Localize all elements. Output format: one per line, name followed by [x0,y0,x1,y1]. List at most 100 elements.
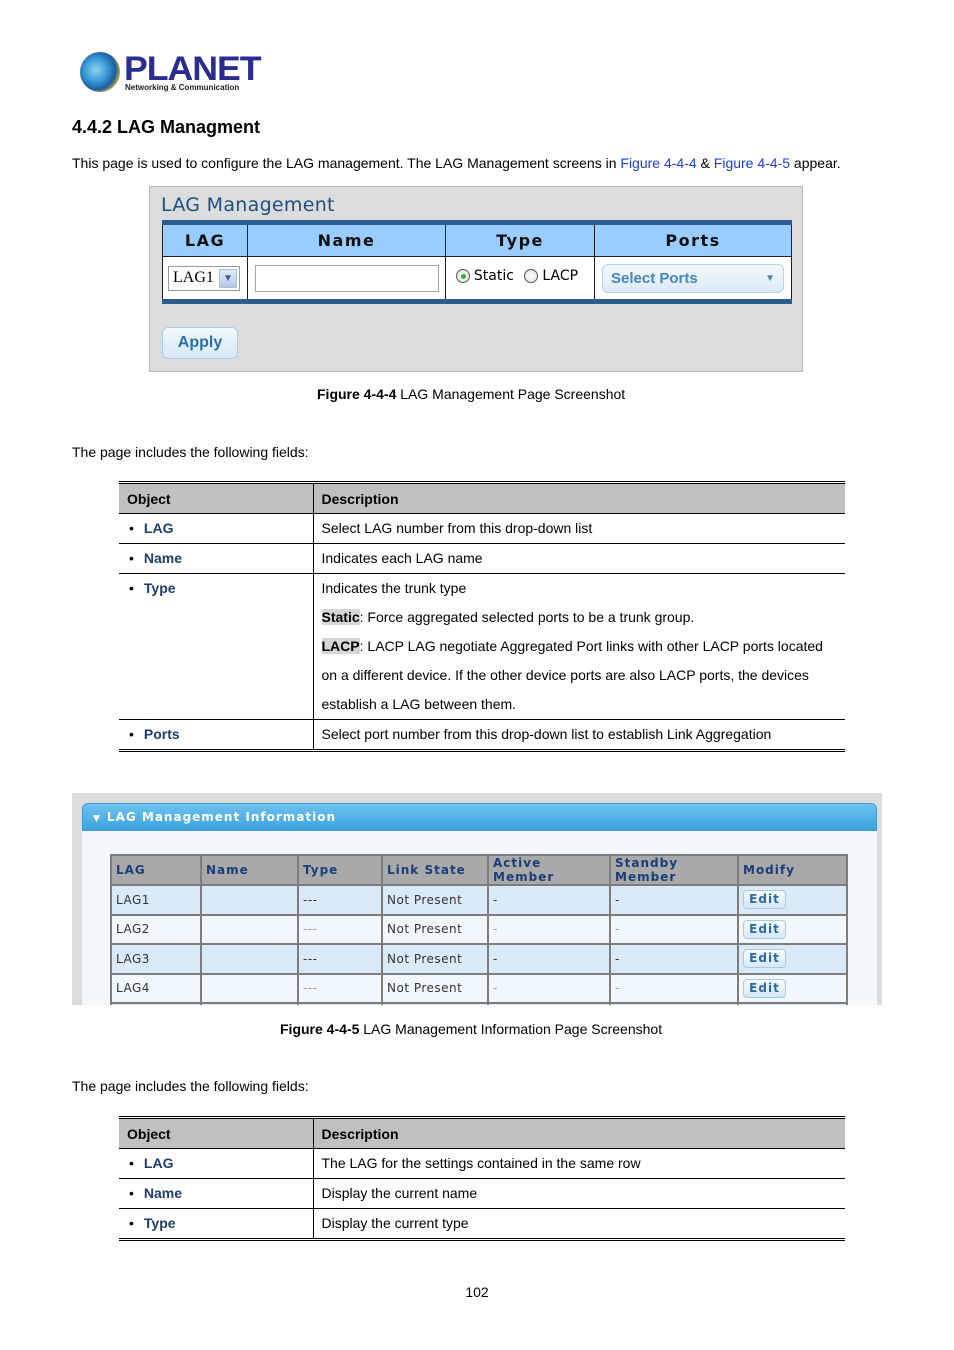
lag-cell: LAG2 [110,913,202,945]
bullet-icon: • [129,1215,134,1231]
col-header-modify: Modify [737,854,848,886]
intro-paragraph: This page is used to configure the LAG m… [72,155,841,171]
header-object: Object [119,482,313,514]
lacp-term: LACP [321,638,360,654]
description-text: The LAG for the settings contained in th… [321,1155,641,1171]
object-name: Type [143,1215,176,1231]
fields-table-2: Object Description • LAG The LAG for the … [119,1116,845,1241]
col-header-name: Name [247,222,446,257]
link-state-cell: Not Present [381,884,489,916]
link-state-cell: Not Present [381,913,489,945]
intro-text: appear. [790,155,841,171]
lag-info-table: LAG Name Type Link State Active Member S… [110,854,848,1005]
intro-text: This page is used to configure the LAG m… [72,155,621,171]
link-state-cell: Not Present [381,943,489,975]
table-row: • Type Indicates the trunk type Static: F… [119,573,845,720]
type-cell: --- [297,972,383,1004]
standby-member-cell: - [609,943,739,975]
link-state-cell: Not Present [381,972,489,1004]
col-header-link-state: Link State [381,854,489,886]
standby-member-cell: - [609,972,739,1004]
edit-button[interactable]: Edit [743,978,786,998]
table-row: • Type Display the current type [119,1208,845,1240]
radio-label: LACP [542,268,579,284]
description-text: Display the current name [321,1185,478,1201]
radio-label: Static [473,268,514,284]
lag-management-information-screenshot: ▼ LAG Management Information LAG Name Typ… [72,793,882,1005]
edit-button[interactable]: Edit [743,919,786,939]
table-row: • Name Indicates each LAG name [119,543,845,574]
radio-selected-icon[interactable] [455,269,470,283]
lag-management-screenshot: LAG Management LAG Name Type Ports LAG1 … [149,186,803,372]
table-row: LAG1 --- Not Present - - Edit [110,884,848,916]
caption-text: LAG Management Page Screenshot [396,386,626,402]
table-row: • Name Display the current name [119,1178,845,1209]
section-title: 4.4.2 LAG Managment [72,117,261,137]
col-header-lag: LAG [162,222,248,257]
bullet-icon: • [129,550,134,566]
object-name: Ports [143,726,180,742]
lacp-description: LACP: LACP LAG negotiate Aggregated Port… [321,632,838,661]
object-name: Name [143,1185,183,1201]
col-header-active-member: Active Member [487,854,611,886]
edit-button[interactable]: Edit [743,890,786,910]
planet-logo: PLANET Networking & Communication [78,50,262,98]
description-text: Indicates each LAG name [321,550,483,566]
description-text: Select LAG number from this drop-down li… [321,520,593,536]
static-description: Static: Force aggregated selected ports … [321,603,838,632]
table-row: LAG4 --- Not Present - - Edit [110,972,848,1004]
edit-button[interactable]: Edit [743,949,786,969]
table-row: • LAG The LAG for the settings contained … [119,1148,845,1179]
figure-caption: Figure 4-4-4 LAG Management Page Screens… [317,386,625,402]
lag-cell: LAG1 [110,884,202,916]
header-description: Description [312,1117,845,1149]
bullet-icon: • [129,580,134,596]
figure-4-4-5-link[interactable]: Figure 4-4-5 [714,155,790,171]
lag-select[interactable]: LAG1 ▼ [168,265,240,291]
caption-label: Figure 4-4-4 [317,386,397,402]
fields-intro: The page includes the following fields: [72,1078,309,1094]
col-header-standby-member: Standby Member [609,854,739,886]
info-panel: ▼ LAG Management Information LAG Name Typ… [82,803,877,1005]
fields-intro: The page includes the following fields: [72,444,309,460]
object-name: LAG [143,1155,174,1171]
header-description: Description [312,482,845,514]
select-ports-dropdown[interactable]: Select Ports ▼ [602,263,784,293]
type-cell: --- [297,913,383,945]
caption-text: LAG Management Information Page Screensh… [359,1021,663,1037]
description-text: : Force aggregated selected ports to be … [359,609,695,625]
bullet-icon: • [129,726,134,742]
name-input[interactable] [254,264,439,292]
lag-cell: LAG3 [110,943,202,975]
panel-title: LAG Management Information [106,810,337,824]
description-text: on a different device. If the other devi… [321,667,809,683]
page-number: 102 [465,1284,489,1300]
panel-header[interactable]: ▼ LAG Management Information [82,803,877,831]
radio-unselected-icon[interactable] [524,269,539,283]
apply-button[interactable]: Apply [162,327,238,359]
col-header-lag: LAG [110,854,202,886]
description-text: : LACP LAG negotiate Aggregated Port lin… [359,638,823,654]
active-member-cell: - [487,972,611,1004]
type-radio-static[interactable]: Static [455,268,514,284]
globe-icon [80,52,120,92]
name-cell [200,884,299,916]
description-text: Select port number from this drop-down l… [321,726,772,742]
collapse-triangle-icon[interactable]: ▼ [93,814,101,824]
name-cell [200,943,299,975]
figure-caption: Figure 4-4-5 LAG Management Information … [280,1021,662,1037]
type-cell: --- [297,884,383,916]
static-term: Static [321,609,360,625]
table-row: • LAG Select LAG number from this drop-do… [119,513,845,544]
description-text: Indicates the trunk type [321,580,467,596]
caret-down-icon: ▼ [765,272,775,284]
name-cell [200,972,299,1004]
header-object: Object [119,1117,313,1149]
lag-config-table: LAG Name Type Ports LAG1 ▼ Static LACP S… [162,220,792,304]
col-header-type: Type [445,222,595,257]
type-radio-lacp[interactable]: LACP [524,268,578,284]
chevron-down-icon[interactable]: ▼ [219,268,237,288]
bullet-icon: • [129,520,134,536]
figure-4-4-4-link[interactable]: Figure 4-4-4 [620,155,696,171]
intro-text: & [696,155,714,171]
